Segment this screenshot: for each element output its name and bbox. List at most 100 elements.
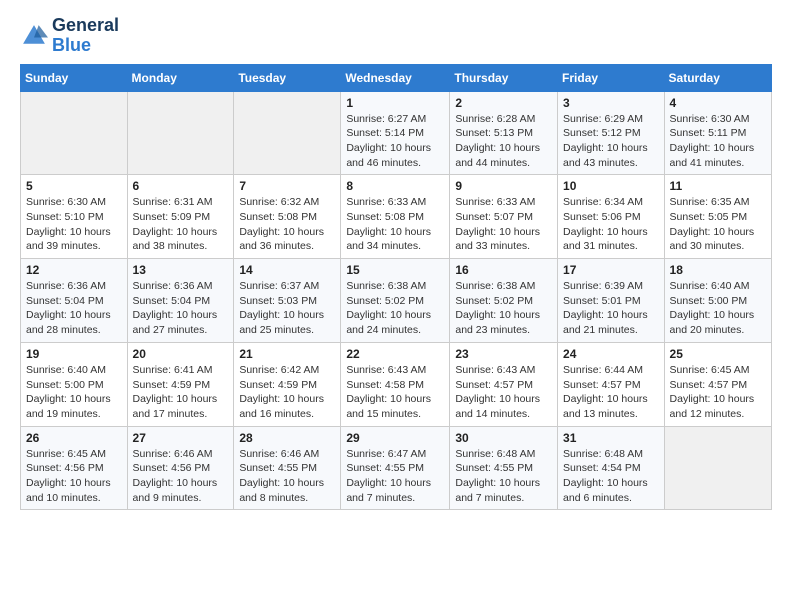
weekday-header-thursday: Thursday xyxy=(450,64,558,91)
day-number: 11 xyxy=(670,179,766,193)
logo: General Blue xyxy=(20,16,119,56)
day-info: Sunrise: 6:38 AM Sunset: 5:02 PM Dayligh… xyxy=(346,279,444,338)
calendar-cell: 23 Sunrise: 6:43 AM Sunset: 4:57 PM Dayli… xyxy=(450,342,558,426)
day-number: 17 xyxy=(563,263,659,277)
calendar-week-5: 26 Sunrise: 6:45 AM Sunset: 4:56 PM Dayli… xyxy=(21,426,772,510)
day-info: Sunrise: 6:37 AM Sunset: 5:03 PM Dayligh… xyxy=(239,279,335,338)
calendar-cell: 22 Sunrise: 6:43 AM Sunset: 4:58 PM Dayli… xyxy=(341,342,450,426)
day-number: 19 xyxy=(26,347,122,361)
calendar-table: SundayMondayTuesdayWednesdayThursdayFrid… xyxy=(20,64,772,511)
day-info: Sunrise: 6:27 AM Sunset: 5:14 PM Dayligh… xyxy=(346,112,444,171)
calendar-cell: 20Sunrise: 6:41 AM Sunset: 4:59 PM Dayli… xyxy=(127,342,234,426)
day-info: Sunrise: 6:48 AM Sunset: 4:54 PM Dayligh… xyxy=(563,447,659,506)
day-info: Sunrise: 6:28 AM Sunset: 5:13 PM Dayligh… xyxy=(455,112,552,171)
day-info: Sunrise: 6:30 AM Sunset: 5:10 PM Dayligh… xyxy=(26,195,122,254)
day-info: Sunrise: 6:30 AM Sunset: 5:11 PM Dayligh… xyxy=(670,112,766,171)
day-info: Sunrise: 6:46 AM Sunset: 4:55 PM Dayligh… xyxy=(239,447,335,506)
day-number: 14 xyxy=(239,263,335,277)
day-info: Sunrise: 6:40 AM Sunset: 5:00 PM Dayligh… xyxy=(670,279,766,338)
calendar-cell: 1 Sunrise: 6:27 AM Sunset: 5:14 PM Daylig… xyxy=(341,91,450,175)
day-number: 28 xyxy=(239,431,335,445)
day-number: 27 xyxy=(133,431,229,445)
calendar-body: 1 Sunrise: 6:27 AM Sunset: 5:14 PM Daylig… xyxy=(21,91,772,510)
day-number: 16 xyxy=(455,263,552,277)
calendar-cell: 8Sunrise: 6:33 AM Sunset: 5:08 PM Daylig… xyxy=(341,175,450,259)
calendar-cell: 17 Sunrise: 6:39 AM Sunset: 5:01 PM Dayli… xyxy=(558,259,665,343)
day-number: 2 xyxy=(455,96,552,110)
calendar-cell: 15Sunrise: 6:38 AM Sunset: 5:02 PM Dayli… xyxy=(341,259,450,343)
day-info: Sunrise: 6:34 AM Sunset: 5:06 PM Dayligh… xyxy=(563,195,659,254)
day-info: Sunrise: 6:39 AM Sunset: 5:01 PM Dayligh… xyxy=(563,279,659,338)
day-number: 21 xyxy=(239,347,335,361)
day-info: Sunrise: 6:43 AM Sunset: 4:58 PM Dayligh… xyxy=(346,363,444,422)
calendar-cell: 30Sunrise: 6:48 AM Sunset: 4:55 PM Dayli… xyxy=(450,426,558,510)
calendar-cell: 12 Sunrise: 6:36 AM Sunset: 5:04 PM Dayli… xyxy=(21,259,128,343)
day-number: 6 xyxy=(133,179,229,193)
weekday-header-monday: Monday xyxy=(127,64,234,91)
calendar-cell: 28 Sunrise: 6:46 AM Sunset: 4:55 PM Dayli… xyxy=(234,426,341,510)
logo-icon xyxy=(20,22,48,50)
day-info: Sunrise: 6:32 AM Sunset: 5:08 PM Dayligh… xyxy=(239,195,335,254)
weekday-header-saturday: Saturday xyxy=(664,64,771,91)
calendar-cell xyxy=(234,91,341,175)
day-info: Sunrise: 6:31 AM Sunset: 5:09 PM Dayligh… xyxy=(133,195,229,254)
day-number: 18 xyxy=(670,263,766,277)
day-info: Sunrise: 6:41 AM Sunset: 4:59 PM Dayligh… xyxy=(133,363,229,422)
day-info: Sunrise: 6:45 AM Sunset: 4:56 PM Dayligh… xyxy=(26,447,122,506)
day-number: 30 xyxy=(455,431,552,445)
calendar-cell: 2 Sunrise: 6:28 AM Sunset: 5:13 PM Daylig… xyxy=(450,91,558,175)
day-number: 10 xyxy=(563,179,659,193)
calendar-cell: 16 Sunrise: 6:38 AM Sunset: 5:02 PM Dayli… xyxy=(450,259,558,343)
calendar-cell: 14 Sunrise: 6:37 AM Sunset: 5:03 PM Dayli… xyxy=(234,259,341,343)
calendar-cell: 6 Sunrise: 6:31 AM Sunset: 5:09 PM Daylig… xyxy=(127,175,234,259)
calendar-cell: 25 Sunrise: 6:45 AM Sunset: 4:57 PM Dayli… xyxy=(664,342,771,426)
calendar-cell: 10 Sunrise: 6:34 AM Sunset: 5:06 PM Dayli… xyxy=(558,175,665,259)
calendar-cell: 26 Sunrise: 6:45 AM Sunset: 4:56 PM Dayli… xyxy=(21,426,128,510)
weekday-header-tuesday: Tuesday xyxy=(234,64,341,91)
day-number: 29 xyxy=(346,431,444,445)
day-number: 22 xyxy=(346,347,444,361)
day-info: Sunrise: 6:45 AM Sunset: 4:57 PM Dayligh… xyxy=(670,363,766,422)
calendar-header-row: SundayMondayTuesdayWednesdayThursdayFrid… xyxy=(21,64,772,91)
calendar-cell xyxy=(21,91,128,175)
day-info: Sunrise: 6:44 AM Sunset: 4:57 PM Dayligh… xyxy=(563,363,659,422)
day-info: Sunrise: 6:38 AM Sunset: 5:02 PM Dayligh… xyxy=(455,279,552,338)
calendar-cell: 19 Sunrise: 6:40 AM Sunset: 5:00 PM Dayli… xyxy=(21,342,128,426)
day-number: 7 xyxy=(239,179,335,193)
day-info: Sunrise: 6:40 AM Sunset: 5:00 PM Dayligh… xyxy=(26,363,122,422)
day-number: 26 xyxy=(26,431,122,445)
day-info: Sunrise: 6:36 AM Sunset: 5:04 PM Dayligh… xyxy=(26,279,122,338)
calendar-cell: 7 Sunrise: 6:32 AM Sunset: 5:08 PM Daylig… xyxy=(234,175,341,259)
day-number: 12 xyxy=(26,263,122,277)
calendar-cell: 13 Sunrise: 6:36 AM Sunset: 5:04 PM Dayli… xyxy=(127,259,234,343)
calendar-week-3: 12 Sunrise: 6:36 AM Sunset: 5:04 PM Dayli… xyxy=(21,259,772,343)
calendar-cell: 3Sunrise: 6:29 AM Sunset: 5:12 PM Daylig… xyxy=(558,91,665,175)
calendar-cell: 4Sunrise: 6:30 AM Sunset: 5:11 PM Daylig… xyxy=(664,91,771,175)
calendar-cell: 31Sunrise: 6:48 AM Sunset: 4:54 PM Dayli… xyxy=(558,426,665,510)
header: General Blue xyxy=(20,16,772,56)
calendar-week-1: 1 Sunrise: 6:27 AM Sunset: 5:14 PM Daylig… xyxy=(21,91,772,175)
day-number: 23 xyxy=(455,347,552,361)
day-info: Sunrise: 6:33 AM Sunset: 5:07 PM Dayligh… xyxy=(455,195,552,254)
calendar-week-4: 19 Sunrise: 6:40 AM Sunset: 5:00 PM Dayli… xyxy=(21,342,772,426)
day-number: 25 xyxy=(670,347,766,361)
day-number: 13 xyxy=(133,263,229,277)
day-info: Sunrise: 6:43 AM Sunset: 4:57 PM Dayligh… xyxy=(455,363,552,422)
day-info: Sunrise: 6:29 AM Sunset: 5:12 PM Dayligh… xyxy=(563,112,659,171)
weekday-header-friday: Friday xyxy=(558,64,665,91)
calendar-cell xyxy=(664,426,771,510)
weekday-header-wednesday: Wednesday xyxy=(341,64,450,91)
calendar-week-2: 5Sunrise: 6:30 AM Sunset: 5:10 PM Daylig… xyxy=(21,175,772,259)
calendar-cell: 24 Sunrise: 6:44 AM Sunset: 4:57 PM Dayli… xyxy=(558,342,665,426)
calendar-cell: 27Sunrise: 6:46 AM Sunset: 4:56 PM Dayli… xyxy=(127,426,234,510)
day-info: Sunrise: 6:36 AM Sunset: 5:04 PM Dayligh… xyxy=(133,279,229,338)
calendar-cell: 9Sunrise: 6:33 AM Sunset: 5:07 PM Daylig… xyxy=(450,175,558,259)
day-number: 1 xyxy=(346,96,444,110)
day-number: 8 xyxy=(346,179,444,193)
day-info: Sunrise: 6:47 AM Sunset: 4:55 PM Dayligh… xyxy=(346,447,444,506)
day-number: 24 xyxy=(563,347,659,361)
calendar-cell: 29 Sunrise: 6:47 AM Sunset: 4:55 PM Dayli… xyxy=(341,426,450,510)
calendar-cell: 11 Sunrise: 6:35 AM Sunset: 5:05 PM Dayli… xyxy=(664,175,771,259)
day-info: Sunrise: 6:35 AM Sunset: 5:05 PM Dayligh… xyxy=(670,195,766,254)
calendar-cell xyxy=(127,91,234,175)
